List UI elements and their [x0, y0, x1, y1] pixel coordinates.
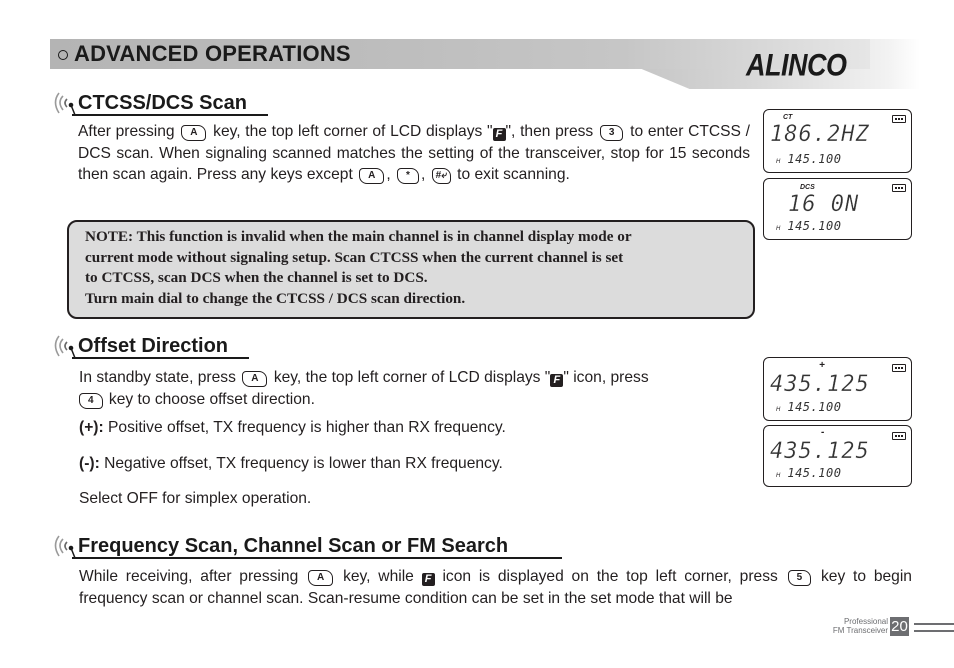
bullet-icon — [58, 50, 68, 60]
key-a: A — [308, 570, 334, 586]
radio-waves-icon — [54, 92, 76, 116]
note-line: NOTE: This function is invalid when the … — [85, 228, 632, 245]
battery-icon — [892, 364, 906, 372]
lcd-main-readout: 435.125 — [770, 372, 870, 397]
lcd-display-offset-minus: - 435.125 H 145.100 — [763, 425, 912, 487]
key-5: 5 — [787, 570, 812, 586]
lcd-sub-readout: 145.100 — [787, 400, 842, 414]
note-line: current mode without signaling setup. Sc… — [85, 248, 624, 266]
key-a: A — [181, 125, 207, 141]
section-heading-scan: Frequency Scan, Channel Scan or FM Searc… — [50, 533, 508, 559]
note-line: to CTCSS, scan DCS when the channel is s… — [85, 269, 428, 287]
lcd-sub-readout: 145.100 — [787, 152, 842, 166]
section-title: Frequency Scan, Channel Scan or FM Searc… — [78, 535, 509, 557]
offset-item-negative: (-): Negative offset, TX frequency is lo… — [79, 455, 503, 472]
lcd-sub-label: H — [776, 226, 781, 232]
lcd-sub-label: H — [776, 473, 781, 479]
chapter-title-text: ADVANCED OPERATIONS — [74, 41, 351, 66]
f-function-icon: F — [492, 128, 506, 141]
f-function-icon: F — [550, 374, 564, 387]
lcd-sub-readout: 145.100 — [787, 466, 842, 480]
key-a: A — [359, 168, 385, 184]
note-line: Turn main dial to change the CTCSS / DCS… — [85, 289, 466, 307]
lcd-sub-label: H — [776, 407, 781, 413]
section-title: Offset Direction — [78, 335, 229, 357]
lcd-display-dcs: DCS 16 0N H 145.100 — [763, 178, 912, 240]
f-function-icon: F — [421, 573, 435, 586]
key-hash-enter: #⤶ — [431, 168, 451, 184]
radio-waves-icon — [54, 335, 76, 359]
battery-icon — [892, 432, 906, 440]
footer-rule — [914, 623, 954, 625]
footer-rule — [914, 630, 954, 632]
lcd-main-readout: 16 0N — [788, 192, 860, 217]
lcd-sub-label: H — [776, 159, 781, 165]
footer-line2: FM Transceiver — [832, 625, 888, 635]
lcd-mode-tag: DCS — [800, 184, 815, 191]
key-star: * — [397, 168, 419, 184]
chapter-title: ADVANCED OPERATIONS — [58, 41, 351, 67]
key-a: A — [242, 371, 268, 387]
lcd-main-readout: 435.125 — [770, 439, 870, 464]
lcd-display-ctcss: CT 186.2HZ H 145.100 — [763, 109, 912, 173]
heading-underline — [72, 557, 562, 559]
page-number: 20 — [890, 617, 909, 636]
scan-paragraph: While receiving, after pressing A key, w… — [79, 568, 912, 607]
note-box: NOTE: This function is invalid when the … — [67, 220, 755, 319]
ctcss-paragraph: After pressing A key, the top left corne… — [78, 123, 750, 184]
offset-paragraph: In standby state, press A key, the top l… — [79, 369, 649, 409]
lcd-main-readout: 186.2HZ — [770, 122, 870, 147]
heading-underline — [72, 357, 249, 359]
offset-item-positive: (+): Positive offset, TX frequency is hi… — [79, 419, 506, 436]
lcd-mode-tag: + — [819, 360, 825, 371]
simplex-note: Select OFF for simplex operation. — [79, 490, 312, 507]
battery-icon — [892, 115, 906, 123]
brand-logo: ALINCO — [746, 47, 847, 83]
section-title: CTCSS/DCS Scan — [78, 92, 247, 114]
radio-waves-icon — [54, 535, 76, 559]
footer-caption: Professional FM Transceiver — [790, 617, 888, 635]
lcd-mode-tag: CT — [783, 114, 793, 121]
heading-underline — [72, 114, 268, 116]
battery-icon — [892, 184, 906, 192]
key-3: 3 — [599, 125, 624, 141]
key-4: 4 — [79, 392, 103, 409]
section-heading-ctcss: CTCSS/DCS Scan — [50, 90, 247, 116]
lcd-sub-readout: 145.100 — [787, 219, 842, 233]
lcd-display-offset-plus: + 435.125 H 145.100 — [763, 357, 912, 421]
lcd-mode-tag: - — [821, 427, 825, 438]
section-heading-offset: Offset Direction — [50, 333, 228, 359]
